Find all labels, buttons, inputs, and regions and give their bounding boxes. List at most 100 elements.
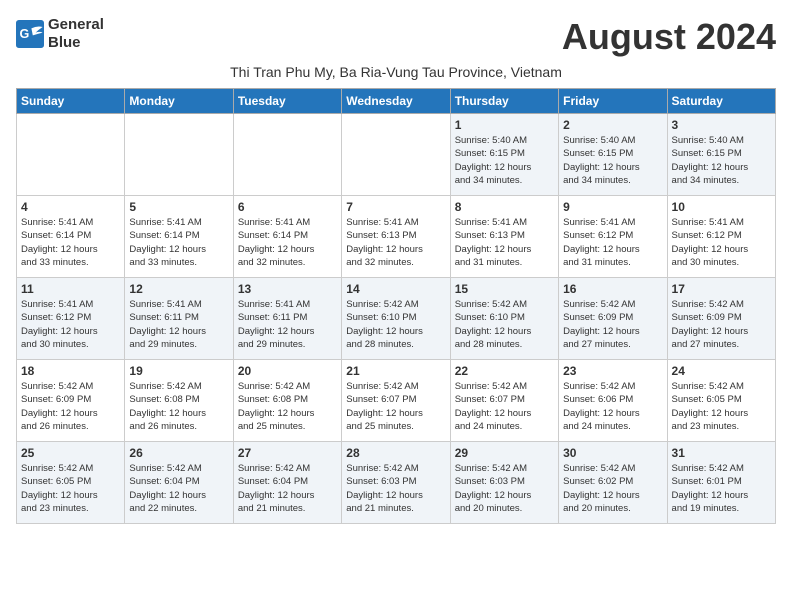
day-info: Sunrise: 5:42 AM Sunset: 6:09 PM Dayligh…: [563, 298, 662, 351]
day-number: 3: [672, 118, 771, 132]
day-info: Sunrise: 5:42 AM Sunset: 6:01 PM Dayligh…: [672, 462, 771, 515]
day-info: Sunrise: 5:42 AM Sunset: 6:08 PM Dayligh…: [129, 380, 228, 433]
day-info: Sunrise: 5:42 AM Sunset: 6:08 PM Dayligh…: [238, 380, 337, 433]
day-number: 12: [129, 282, 228, 296]
day-cell-5: 5 Sunrise: 5:41 AM Sunset: 6:14 PM Daylig…: [125, 196, 233, 278]
day-number: 11: [21, 282, 120, 296]
day-cell-22: 22 Sunrise: 5:42 AM Sunset: 6:07 PM Dayli…: [450, 360, 558, 442]
day-cell-14: 14 Sunrise: 5:42 AM Sunset: 6:10 PM Dayli…: [342, 278, 450, 360]
day-cell-28: 28 Sunrise: 5:42 AM Sunset: 6:03 PM Dayli…: [342, 442, 450, 524]
day-cell-16: 16 Sunrise: 5:42 AM Sunset: 6:09 PM Dayli…: [559, 278, 667, 360]
logo: G General Blue: [16, 16, 104, 52]
day-number: 18: [21, 364, 120, 378]
empty-cell: [342, 114, 450, 196]
day-number: 30: [563, 446, 662, 460]
day-info: Sunrise: 5:42 AM Sunset: 6:09 PM Dayligh…: [21, 380, 120, 433]
day-number: 16: [563, 282, 662, 296]
day-cell-24: 24Sunrise: 5:42 AM Sunset: 6:05 PM Dayli…: [667, 360, 775, 442]
col-header-wednesday: Wednesday: [342, 89, 450, 114]
day-number: 28: [346, 446, 445, 460]
day-info: Sunrise: 5:41 AM Sunset: 6:13 PM Dayligh…: [346, 216, 445, 269]
day-cell-30: 30 Sunrise: 5:42 AM Sunset: 6:02 PM Dayli…: [559, 442, 667, 524]
day-info: Sunrise: 5:42 AM Sunset: 6:10 PM Dayligh…: [346, 298, 445, 351]
day-cell-8: 8 Sunrise: 5:41 AM Sunset: 6:13 PM Daylig…: [450, 196, 558, 278]
empty-cell: [233, 114, 341, 196]
day-cell-23: 23 Sunrise: 5:42 AM Sunset: 6:06 PM Dayli…: [559, 360, 667, 442]
day-cell-27: 27Sunrise: 5:42 AM Sunset: 6:04 PM Dayli…: [233, 442, 341, 524]
day-cell-6: 6Sunrise: 5:41 AM Sunset: 6:14 PM Daylig…: [233, 196, 341, 278]
day-cell-25: 25Sunrise: 5:42 AM Sunset: 6:05 PM Dayli…: [17, 442, 125, 524]
day-info: Sunrise: 5:41 AM Sunset: 6:14 PM Dayligh…: [129, 216, 228, 269]
day-cell-12: 12 Sunrise: 5:41 AM Sunset: 6:11 PM Dayli…: [125, 278, 233, 360]
col-header-monday: Monday: [125, 89, 233, 114]
day-info: Sunrise: 5:41 AM Sunset: 6:12 PM Dayligh…: [672, 216, 771, 269]
day-cell-10: 10Sunrise: 5:41 AM Sunset: 6:12 PM Dayli…: [667, 196, 775, 278]
week-row-3: 11 Sunrise: 5:41 AM Sunset: 6:12 PM Dayli…: [17, 278, 776, 360]
day-number: 13: [238, 282, 337, 296]
col-header-friday: Friday: [559, 89, 667, 114]
day-info: Sunrise: 5:42 AM Sunset: 6:02 PM Dayligh…: [563, 462, 662, 515]
day-info: Sunrise: 5:42 AM Sunset: 6:06 PM Dayligh…: [563, 380, 662, 433]
svg-text:G: G: [20, 27, 30, 41]
day-cell-26: 26 Sunrise: 5:42 AM Sunset: 6:04 PM Dayli…: [125, 442, 233, 524]
day-number: 22: [455, 364, 554, 378]
page-header: G General Blue August 2024: [16, 16, 776, 58]
day-number: 26: [129, 446, 228, 460]
day-number: 7: [346, 200, 445, 214]
day-cell-7: 7 Sunrise: 5:41 AM Sunset: 6:13 PM Daylig…: [342, 196, 450, 278]
day-info: Sunrise: 5:42 AM Sunset: 6:04 PM Dayligh…: [129, 462, 228, 515]
empty-cell: [17, 114, 125, 196]
day-number: 4: [21, 200, 120, 214]
header-row: SundayMondayTuesdayWednesdayThursdayFrid…: [17, 89, 776, 114]
day-number: 9: [563, 200, 662, 214]
day-number: 17: [672, 282, 771, 296]
week-row-1: 1 Sunrise: 5:40 AM Sunset: 6:15 PM Daylig…: [17, 114, 776, 196]
week-row-4: 18 Sunrise: 5:42 AM Sunset: 6:09 PM Dayli…: [17, 360, 776, 442]
day-number: 19: [129, 364, 228, 378]
day-cell-2: 2 Sunrise: 5:40 AM Sunset: 6:15 PM Daylig…: [559, 114, 667, 196]
day-cell-4: 4Sunrise: 5:41 AM Sunset: 6:14 PM Daylig…: [17, 196, 125, 278]
day-cell-17: 17 Sunrise: 5:42 AM Sunset: 6:09 PM Dayli…: [667, 278, 775, 360]
day-info: Sunrise: 5:42 AM Sunset: 6:07 PM Dayligh…: [455, 380, 554, 433]
day-number: 31: [672, 446, 771, 460]
day-number: 29: [455, 446, 554, 460]
day-info: Sunrise: 5:41 AM Sunset: 6:11 PM Dayligh…: [129, 298, 228, 351]
day-info: Sunrise: 5:42 AM Sunset: 6:09 PM Dayligh…: [672, 298, 771, 351]
day-cell-3: 3 Sunrise: 5:40 AM Sunset: 6:15 PM Daylig…: [667, 114, 775, 196]
day-info: Sunrise: 5:41 AM Sunset: 6:13 PM Dayligh…: [455, 216, 554, 269]
day-info: Sunrise: 5:41 AM Sunset: 6:12 PM Dayligh…: [21, 298, 120, 351]
month-title: August 2024: [562, 16, 776, 58]
day-number: 1: [455, 118, 554, 132]
day-cell-9: 9 Sunrise: 5:41 AM Sunset: 6:12 PM Daylig…: [559, 196, 667, 278]
day-info: Sunrise: 5:42 AM Sunset: 6:03 PM Dayligh…: [346, 462, 445, 515]
day-number: 15: [455, 282, 554, 296]
day-info: Sunrise: 5:42 AM Sunset: 6:07 PM Dayligh…: [346, 380, 445, 433]
day-number: 5: [129, 200, 228, 214]
col-header-sunday: Sunday: [17, 89, 125, 114]
day-cell-1: 1 Sunrise: 5:40 AM Sunset: 6:15 PM Daylig…: [450, 114, 558, 196]
day-number: 27: [238, 446, 337, 460]
day-cell-31: 31 Sunrise: 5:42 AM Sunset: 6:01 PM Dayli…: [667, 442, 775, 524]
col-header-tuesday: Tuesday: [233, 89, 341, 114]
col-header-thursday: Thursday: [450, 89, 558, 114]
calendar-table: SundayMondayTuesdayWednesdayThursdayFrid…: [16, 88, 776, 524]
day-number: 14: [346, 282, 445, 296]
day-info: Sunrise: 5:42 AM Sunset: 6:05 PM Dayligh…: [21, 462, 120, 515]
day-number: 23: [563, 364, 662, 378]
logo-icon: G: [16, 20, 44, 48]
day-info: Sunrise: 5:40 AM Sunset: 6:15 PM Dayligh…: [455, 134, 554, 187]
day-cell-19: 19 Sunrise: 5:42 AM Sunset: 6:08 PM Dayli…: [125, 360, 233, 442]
day-info: Sunrise: 5:40 AM Sunset: 6:15 PM Dayligh…: [672, 134, 771, 187]
day-number: 2: [563, 118, 662, 132]
day-cell-13: 13Sunrise: 5:41 AM Sunset: 6:11 PM Dayli…: [233, 278, 341, 360]
empty-cell: [125, 114, 233, 196]
day-info: Sunrise: 5:40 AM Sunset: 6:15 PM Dayligh…: [563, 134, 662, 187]
day-info: Sunrise: 5:41 AM Sunset: 6:12 PM Dayligh…: [563, 216, 662, 269]
day-number: 6: [238, 200, 337, 214]
day-info: Sunrise: 5:42 AM Sunset: 6:05 PM Dayligh…: [672, 380, 771, 433]
day-cell-21: 21Sunrise: 5:42 AM Sunset: 6:07 PM Dayli…: [342, 360, 450, 442]
week-row-5: 25Sunrise: 5:42 AM Sunset: 6:05 PM Dayli…: [17, 442, 776, 524]
week-row-2: 4 Sunrise: 5:41 AM Sunset: 6:14 PM Daylig…: [17, 196, 776, 278]
day-cell-29: 29Sunrise: 5:42 AM Sunset: 6:03 PM Dayli…: [450, 442, 558, 524]
day-number: 8: [455, 200, 554, 214]
